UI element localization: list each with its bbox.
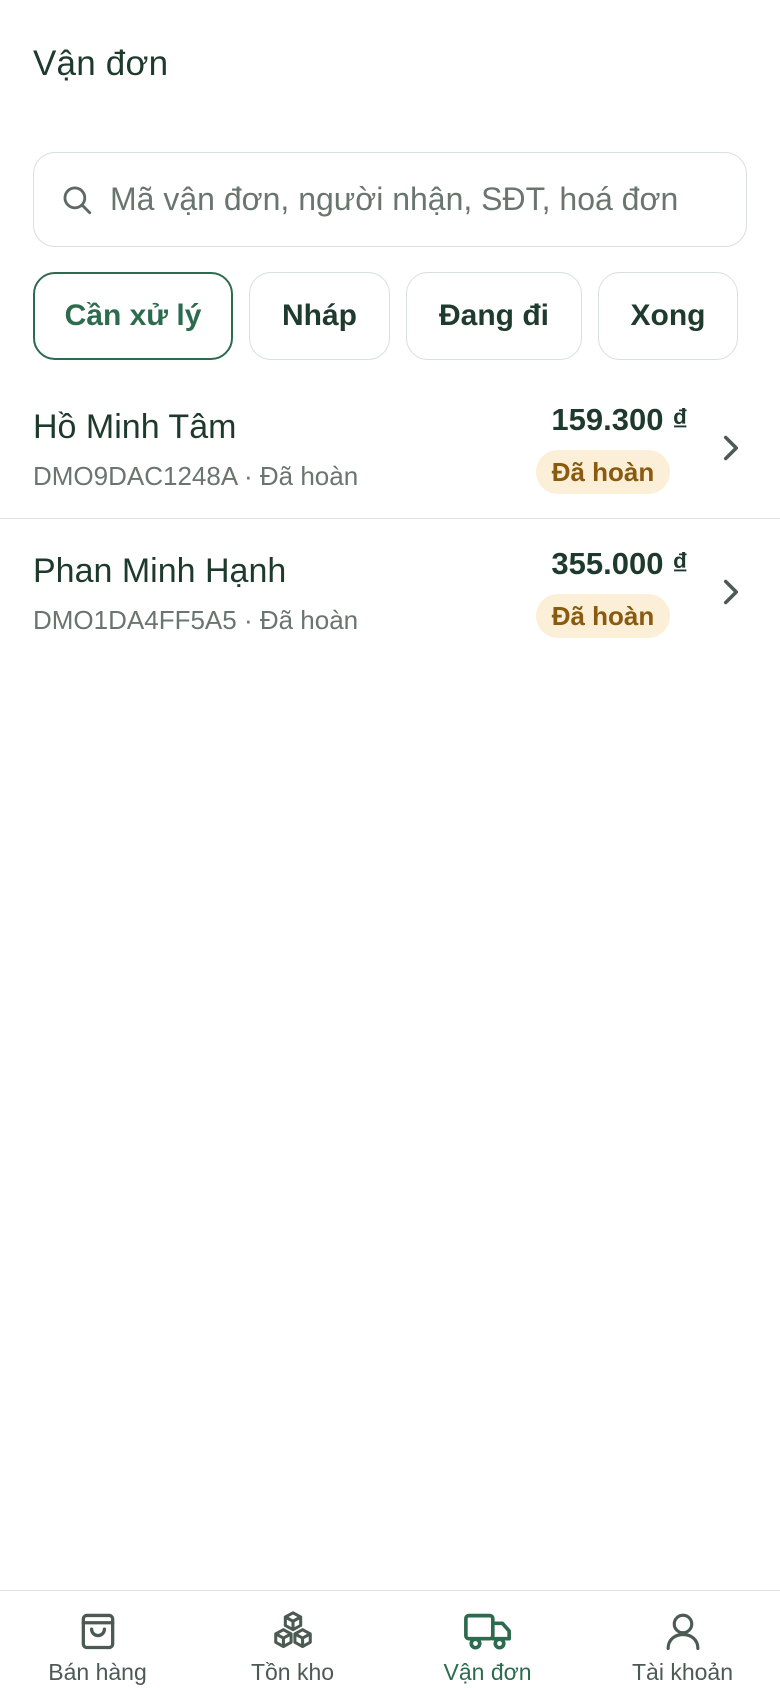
recipient-name: Phan Minh Hạnh [33, 552, 287, 590]
order-sub-status: Đã hoàn [259, 605, 359, 635]
order-row[interactable]: Hồ Minh Tâm DMO9DAC1248A · Đã hoàn 159.3… [0, 376, 780, 519]
nav-label: Bán hàng [48, 1659, 147, 1685]
status-badge: Đã hoàn [536, 450, 670, 494]
nav-van-don[interactable]: Vận đơn [390, 1591, 585, 1688]
tab-can-xu-ly[interactable]: Cần xử lý [33, 272, 233, 360]
nav-ton-kho[interactable]: Tồn kho [195, 1591, 390, 1688]
search-box[interactable] [33, 152, 747, 247]
order-meta: DMO1DA4FF5A5 · Đã hoàn [33, 605, 358, 636]
order-row[interactable]: Phan Minh Hạnh DMO1DA4FF5A5 · Đã hoàn 35… [0, 520, 780, 663]
nav-label: Tài khoản [631, 1659, 733, 1685]
nav-label: Tồn kho [250, 1659, 335, 1685]
page-title: Vận đơn [33, 44, 169, 83]
shopping-bag-icon [81, 1613, 114, 1650]
meta-separator: · [236, 461, 260, 491]
nav-ban-hang[interactable]: Bán hàng [0, 1591, 195, 1688]
bottom-navigation: Bán hàng Tồn kho Vận đơn Tài khoản [0, 1590, 780, 1688]
tab-nhap[interactable]: Nháp [249, 272, 390, 360]
status-badge: Đã hoàn [536, 594, 670, 638]
recipient-name: Hồ Minh Tâm [33, 408, 237, 446]
tab-dang-di[interactable]: Đang đi [406, 272, 582, 360]
nav-tai-khoan[interactable]: Tài khoản [585, 1591, 780, 1688]
tab-xong[interactable]: Xong [598, 272, 738, 360]
shipments-screen: Vận đơn Cần xử lý Nháp Đang đi Xong Hồ M… [0, 0, 780, 1688]
order-meta: DMO9DAC1248A · Đã hoàn [33, 461, 358, 492]
user-icon [666, 1613, 699, 1651]
meta-separator: · [236, 605, 260, 635]
nav-label: Vận đơn [443, 1659, 532, 1685]
chevron-right-icon [724, 579, 738, 605]
order-sub-status: Đã hoàn [259, 461, 359, 491]
search-icon [63, 186, 92, 214]
chevron-right-icon [724, 435, 738, 461]
order-code: DMO9DAC1248A [33, 461, 237, 491]
search-input[interactable] [110, 181, 710, 218]
truck-icon [463, 1613, 511, 1650]
boxes-icon [273, 1611, 312, 1649]
order-code: DMO1DA4FF5A5 [33, 605, 237, 635]
order-amount: 159.300 ₫ [551, 402, 688, 437]
order-amount: 355.000 ₫ [551, 546, 688, 581]
